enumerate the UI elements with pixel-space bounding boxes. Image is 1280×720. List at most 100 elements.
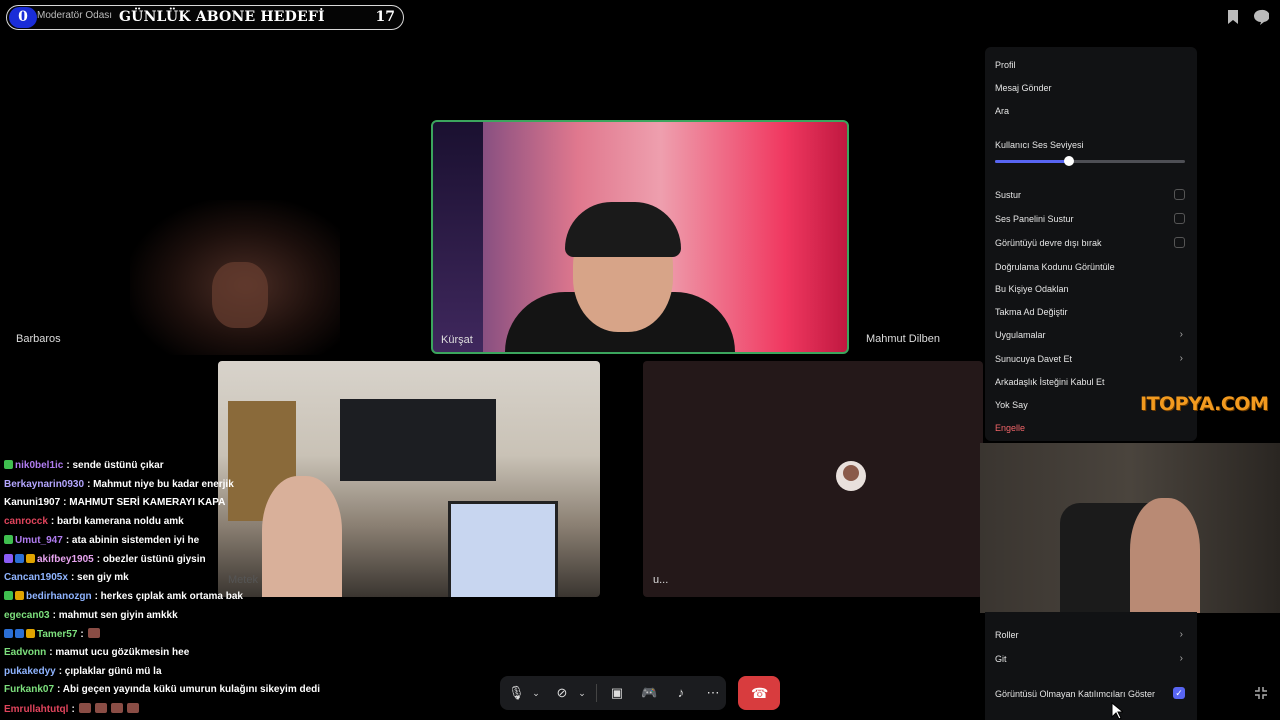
menu-item-roles[interactable]: Roller bbox=[995, 630, 1019, 640]
monitor bbox=[448, 501, 558, 597]
chat-username[interactable]: pukakedyy bbox=[4, 666, 56, 677]
menu-item-verification[interactable]: Doğrulama Kodunu Görüntüle bbox=[995, 262, 1115, 272]
chat-username[interactable]: Emrullahtutql bbox=[4, 704, 68, 715]
goal-target: 17 bbox=[375, 9, 395, 25]
menu-item-mute[interactable]: Sustur bbox=[995, 190, 1021, 200]
video-tile-metek[interactable]: Metek bbox=[218, 361, 600, 597]
sponsor-watermark: ITOPYA.COM bbox=[1140, 393, 1269, 415]
chat-bubble-icon[interactable] bbox=[1253, 9, 1269, 25]
soundboard-icon[interactable]: ♪ bbox=[673, 685, 689, 701]
chat-text: : bbox=[80, 629, 84, 641]
chat-username[interactable]: Furkank07 bbox=[4, 684, 54, 695]
chat-username[interactable]: bedirhanozgn bbox=[26, 591, 92, 602]
chat-username[interactable]: nik0bel1ic bbox=[15, 460, 63, 471]
chat-message: pukakedyy: çıplaklar günü mü la bbox=[4, 666, 162, 677]
chat-username[interactable]: Cancan1905x bbox=[4, 572, 68, 583]
chevron-down-icon[interactable]: ⌄ bbox=[574, 685, 590, 701]
chat-badge-icon bbox=[15, 553, 24, 563]
chat-message: Umut_947: ata abinin sistemden iyi he bbox=[4, 534, 200, 546]
chat-username[interactable]: Kanuni1907 bbox=[4, 497, 60, 508]
emote-icon bbox=[126, 703, 139, 714]
chat-badge-icon bbox=[4, 460, 13, 469]
chat-message: canrocck: barbı kamerana noldu amk bbox=[4, 516, 184, 527]
chat-username[interactable]: egecan03 bbox=[4, 610, 50, 621]
chat-username[interactable]: Umut_947 bbox=[15, 535, 63, 546]
microphone-icon[interactable]: 🎙 bbox=[508, 685, 525, 701]
hang-up-icon: ☎ bbox=[751, 685, 769, 701]
chat-badge-icon bbox=[15, 629, 24, 639]
chevron-right-icon: › bbox=[1179, 329, 1183, 340]
chat-message: egecan03: mahmut sen giyin amkkk bbox=[4, 610, 178, 621]
disconnect-button[interactable]: ☎ bbox=[738, 676, 780, 710]
menu-item-invite[interactable]: Sunucuya Davet Et bbox=[995, 354, 1072, 364]
chat-username[interactable]: Berkaynarin0930 bbox=[4, 479, 84, 490]
video-tile-barbaros[interactable] bbox=[130, 200, 340, 355]
chat-text: : mahmut sen giyin amkkk bbox=[52, 609, 178, 621]
goal-count: 0 bbox=[9, 7, 37, 28]
menu-item-focus[interactable]: Bu Kişiye Odaklan bbox=[995, 284, 1069, 294]
chat-message: Furkank07: Abi geçen yayında kükü umurun… bbox=[4, 684, 320, 695]
menu-item-ignore[interactable]: Yok Say bbox=[995, 400, 1028, 410]
chat-text: : ata abinin sistemden iyi he bbox=[65, 534, 200, 546]
show-nonvideo-checkbox[interactable]: ✓ bbox=[1173, 687, 1185, 699]
divider bbox=[596, 684, 597, 702]
more-options-icon[interactable]: ⋯ bbox=[705, 685, 721, 701]
chat-badge-icon bbox=[26, 553, 35, 563]
mute-checkbox[interactable] bbox=[1174, 189, 1185, 200]
volume-handle[interactable] bbox=[1064, 156, 1075, 166]
mute-soundboard-checkbox[interactable] bbox=[1174, 213, 1185, 224]
menu-item-accept-friend[interactable]: Arkadaşlık İsteğini Kabul Et bbox=[995, 377, 1105, 387]
participant-name-kursat: Kürşat bbox=[441, 334, 473, 346]
chat-message: bedirhanozgn: herkes çıplak amk ortama b… bbox=[4, 590, 243, 602]
chat-text: : sende üstünü çıkar bbox=[66, 460, 164, 471]
chat-badge-icon bbox=[26, 629, 35, 639]
chat-badge-icon bbox=[4, 534, 13, 544]
chat-text: : çıplaklar günü mü la bbox=[58, 665, 162, 677]
chat-message: Tamer57: bbox=[4, 628, 100, 640]
chat-username[interactable]: Eadvonn bbox=[4, 647, 46, 658]
menu-item-block[interactable]: Engelle bbox=[995, 423, 1025, 433]
avatar bbox=[836, 461, 866, 491]
mouse-cursor-icon bbox=[1111, 702, 1123, 720]
participant-name-barbaros: Barbaros bbox=[16, 333, 61, 345]
activity-icon[interactable]: 🎮 bbox=[641, 685, 657, 701]
menu-item-apps[interactable]: Uygulamalar bbox=[995, 330, 1046, 340]
tv-screen bbox=[340, 399, 496, 481]
screen-share-icon[interactable]: ▣ bbox=[609, 685, 625, 701]
user-context-menu-bottom: Roller › Git › Görüntüsü Olmayan Katılım… bbox=[985, 612, 1197, 720]
goal-channel-label: Moderatör Odası bbox=[37, 10, 113, 21]
menu-item-profile[interactable]: Profil bbox=[995, 60, 1016, 70]
participant-face bbox=[1130, 498, 1200, 613]
bookmark-icon[interactable] bbox=[1225, 9, 1241, 25]
exit-fullscreen-icon[interactable] bbox=[1254, 686, 1268, 700]
menu-item-message[interactable]: Mesaj Gönder bbox=[995, 83, 1052, 93]
chat-username[interactable]: canrocck bbox=[4, 516, 48, 527]
menu-item-move[interactable]: Git bbox=[995, 654, 1007, 664]
volume-label: Kullanıcı Ses Seviyesi bbox=[995, 140, 1084, 150]
chevron-down-icon[interactable]: ⌄ bbox=[528, 685, 544, 701]
participant-name-metek: Metek bbox=[228, 574, 258, 586]
camera-off-icon[interactable]: ⊘ bbox=[554, 685, 570, 701]
menu-item-call[interactable]: Ara bbox=[995, 106, 1009, 116]
goal-title: GÜNLÜK ABONE HEDEFİ bbox=[119, 9, 325, 25]
wall-shadow bbox=[433, 122, 483, 352]
menu-item-mute-soundboard[interactable]: Ses Panelini Sustur bbox=[995, 214, 1074, 224]
chat-text: : obezler üstünü giysin bbox=[96, 553, 206, 565]
chat-username[interactable]: Tamer57 bbox=[37, 629, 77, 640]
video-tile-kursat[interactable]: Kürşat bbox=[431, 120, 849, 354]
chat-message: Kanuni1907: MAHMUT SERİ KAMERAYI KAPA bbox=[4, 497, 225, 508]
chat-username[interactable]: akifbey1905 bbox=[37, 554, 94, 565]
video-tile-u[interactable]: u... bbox=[643, 361, 983, 597]
emote-icon bbox=[110, 703, 123, 714]
menu-item-nickname[interactable]: Takma Ad Değiştir bbox=[995, 307, 1068, 317]
emote-icon bbox=[94, 703, 107, 714]
chat-text: : barbı kamerana noldu amk bbox=[50, 516, 184, 528]
chat-text: : MAHMUT SERİ KAMERAYI KAPA bbox=[63, 497, 226, 509]
menu-item-show-nonvideo[interactable]: Görüntüsü Olmayan Katılımcıları Göster bbox=[995, 689, 1155, 699]
disable-video-checkbox[interactable] bbox=[1174, 237, 1185, 248]
emote-icon bbox=[78, 703, 91, 714]
chat-text: : sen giy mk bbox=[70, 572, 129, 584]
menu-item-disable-video[interactable]: Görüntüyü devre dışı bırak bbox=[995, 238, 1102, 248]
chat-badge-icon bbox=[4, 553, 13, 563]
volume-slider[interactable] bbox=[995, 156, 1185, 166]
